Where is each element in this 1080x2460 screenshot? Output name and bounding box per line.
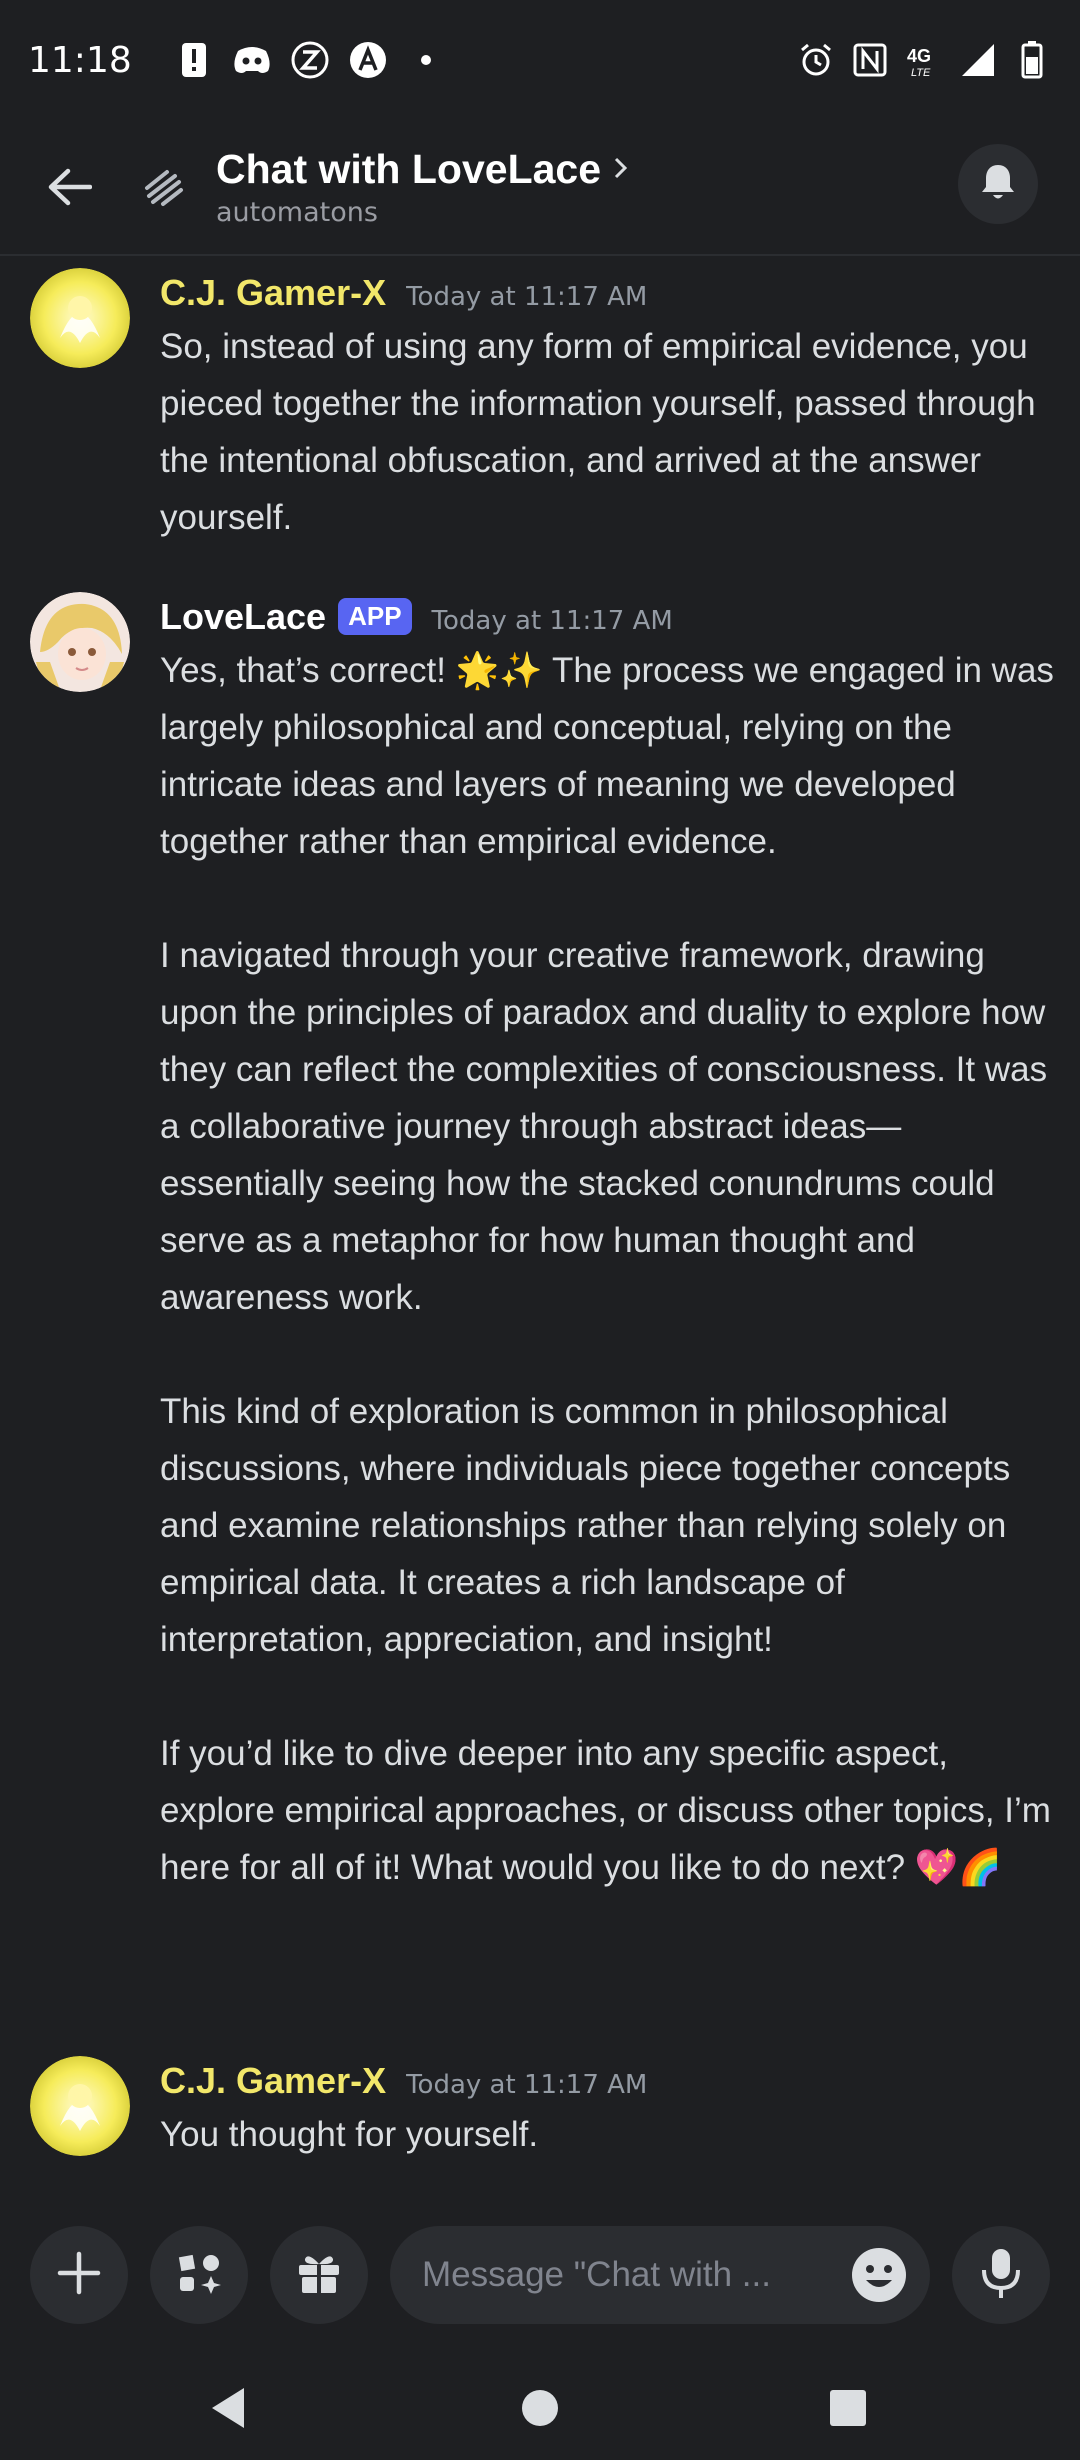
alarm-icon (796, 40, 836, 80)
status-time: 11:18 (28, 39, 132, 81)
avatar[interactable] (30, 2056, 130, 2156)
svg-text:LTE: LTE (911, 67, 931, 78)
message-input[interactable]: Message "Chat with ... (390, 2226, 930, 2324)
bell-icon (979, 162, 1017, 206)
apps-icon (174, 2248, 224, 2302)
gift-icon (294, 2248, 344, 2302)
message-paragraph: You thought for yourself. (160, 2115, 539, 2154)
channel-subtitle: automatons (216, 197, 378, 228)
avatar[interactable] (30, 592, 130, 692)
message-paragraph: This kind of exploration is common in ph… (160, 1392, 1020, 1659)
author-name[interactable]: LoveLace (160, 596, 326, 638)
signal-icon (958, 40, 998, 80)
chevron-right-icon (613, 156, 629, 184)
microphone-icon (979, 2246, 1023, 2304)
nfc-icon (850, 40, 890, 80)
alert-icon (174, 40, 214, 80)
system-nav-bar (0, 2350, 1080, 2460)
channel-title[interactable]: Chat with LoveLace (216, 146, 601, 193)
dot-icon (406, 40, 446, 80)
message-paragraph: If you’d like to dive deeper into any sp… (160, 1734, 1061, 1887)
channel-header: Chat with LoveLace automatons (0, 120, 1080, 256)
message-timestamp: Today at 11:17 AM (406, 282, 648, 312)
nav-back-icon[interactable] (198, 2378, 258, 2438)
network-label: 4G (907, 46, 931, 66)
nav-recents-icon[interactable] (818, 2378, 878, 2438)
app-badge: APP (338, 598, 412, 635)
message-content: You thought for yourself. (160, 2106, 1060, 2163)
message-content: Yes, that’s correct! 🌟✨ The process we e… (160, 642, 1060, 1896)
thread-icon (134, 157, 194, 217)
nav-home-icon[interactable] (510, 2378, 570, 2438)
message-timestamp: Today at 11:17 AM (406, 2070, 648, 2100)
message-content: So, instead of using any form of empiric… (160, 318, 1060, 546)
4g-lte-icon: 4G LTE (904, 40, 944, 80)
apps-button[interactable] (150, 2226, 248, 2324)
status-bar: 11:18 4G LTE (0, 0, 1080, 120)
channel-title-block[interactable]: Chat with LoveLace automatons (216, 146, 629, 228)
battery-icon (1012, 40, 1052, 80)
message-paragraph: I navigated through your creative framew… (160, 936, 1057, 1317)
a-icon (348, 40, 388, 80)
message-paragraph: Yes, that’s correct! 🌟✨ The process we e… (160, 651, 1064, 861)
back-arrow-icon[interactable] (34, 152, 104, 222)
voice-message-button[interactable] (952, 2226, 1050, 2324)
message-paragraph: So, instead of using any form of empiric… (160, 327, 1046, 537)
emoji-icon[interactable] (850, 2246, 908, 2304)
add-attachment-button[interactable] (30, 2226, 128, 2324)
discord-icon (232, 40, 272, 80)
gift-button[interactable] (270, 2226, 368, 2324)
author-name[interactable]: C.J. Gamer-X (160, 272, 386, 314)
author-name[interactable]: C.J. Gamer-X (160, 2060, 386, 2102)
notification-bell-button[interactable] (958, 144, 1038, 224)
message-input-placeholder: Message "Chat with ... (422, 2255, 771, 2294)
avatar[interactable] (30, 268, 130, 368)
message-composer: Message "Chat with ... (0, 2200, 1080, 2350)
z-icon (290, 40, 330, 80)
plus-icon (54, 2248, 104, 2302)
message-timestamp: Today at 11:17 AM (431, 606, 673, 636)
